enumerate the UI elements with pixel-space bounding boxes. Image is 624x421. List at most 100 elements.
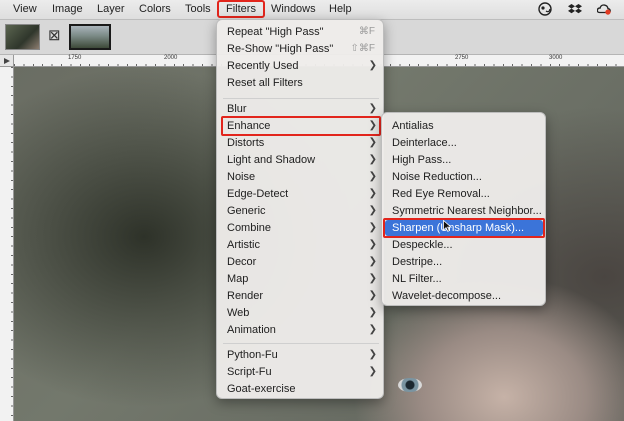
menu-filters[interactable]: Filters [226,3,256,15]
menu-item-label: High Pass... [392,154,452,166]
enhance-highlight-box [221,116,381,136]
menu-item-repeat-filter[interactable]: Repeat "High Pass" ⌘F [217,24,385,40]
menu-item-noise[interactable]: Noise ❯ [217,169,385,185]
filters-menu: Repeat "High Pass" ⌘F Re-Show "High Pass… [216,19,384,399]
menu-item-reshow-filter[interactable]: Re-Show "High Pass" ⇧⌘F [217,41,385,57]
menu-item-symmetric-nearest-neighbor[interactable]: Symmetric Nearest Neighbor... [382,203,547,219]
menu-item-reset-filters[interactable]: Reset all Filters [217,75,385,91]
gimp-icon[interactable] [538,2,552,16]
menu-item-label: Animation [227,324,276,336]
menu-layer[interactable]: Layer [97,3,125,15]
close-tab-icon[interactable]: ⊠ [48,28,61,44]
chevron-right-icon: ❯ [368,307,377,318]
chevron-right-icon: ❯ [368,188,377,199]
sharpen-highlight-box [383,218,545,238]
menu-image[interactable]: Image [52,3,83,15]
shortcut-label: ⌘F [358,26,375,37]
menu-item-label: Noise Reduction... [392,171,482,183]
menu-item-distorts[interactable]: Distorts ❯ [217,135,385,151]
ruler-label: 3000 [549,55,563,61]
menu-item-light-and-shadow[interactable]: Light and Shadow ❯ [217,152,385,168]
menu-item-label: Light and Shadow [227,154,316,166]
menu-item-label: Re-Show "High Pass" [227,43,334,55]
menu-item-artistic[interactable]: Artistic ❯ [217,237,385,253]
menu-item-web[interactable]: Web ❯ [217,305,385,321]
menu-item-label: Edge-Detect [227,188,289,200]
menu-windows[interactable]: Windows [271,3,316,15]
chevron-right-icon: ❯ [368,256,377,267]
chevron-right-icon: ❯ [368,273,377,284]
menu-item-recently-used[interactable]: Recently Used ❯ [217,58,385,74]
shortcut-label: ⇧⌘F [350,43,376,54]
menu-help[interactable]: Help [329,3,352,15]
menu-item-label: Web [227,307,250,319]
menu-item-render[interactable]: Render ❯ [217,288,385,304]
menu-item-label: Deinterlace... [392,137,457,149]
chevron-right-icon: ❯ [368,349,377,360]
menu-item-label: Reset all Filters [227,77,303,89]
menu-item-wavelet-decompose[interactable]: Wavelet-decompose... [382,288,547,304]
menu-separator [223,98,379,99]
menu-item-map[interactable]: Map ❯ [217,271,385,287]
menu-item-label: Blur [227,103,247,115]
chevron-right-icon: ❯ [368,366,377,377]
menu-item-label: Generic [227,205,266,217]
menu-item-label: NL Filter... [392,273,442,285]
menu-item-label: Combine [227,222,272,234]
menu-item-label: Wavelet-decompose... [392,290,502,302]
creative-cloud-icon[interactable] [597,2,611,16]
ruler-label: 1750 [68,55,82,61]
menu-item-deinterlace[interactable]: Deinterlace... [382,135,547,151]
menu-item-label: Despeckle... [392,239,453,251]
menu-item-label: Recently Used [227,60,299,72]
menubar: View Image Layer Colors Tools Filters Wi… [0,0,624,20]
chevron-right-icon: ❯ [368,137,377,148]
chevron-right-icon: ❯ [368,60,377,71]
menu-item-blur[interactable]: Blur ❯ [217,101,385,117]
menu-item-edge-detect[interactable]: Edge-Detect ❯ [217,186,385,202]
menu-item-python-fu[interactable]: Python-Fu ❯ [217,347,385,363]
dropbox-icon[interactable] [568,2,582,16]
enhance-submenu: Antialias Deinterlace... High Pass... No… [381,112,546,306]
menu-item-noise-reduction[interactable]: Noise Reduction... [382,169,547,185]
menu-item-label: Red Eye Removal... [392,188,490,200]
menu-item-label: Goat-exercise [227,383,296,395]
menu-item-animation[interactable]: Animation ❯ [217,322,385,338]
menu-item-nl-filter[interactable]: NL Filter... [382,271,547,287]
menu-item-label: Python-Fu [227,349,278,361]
chevron-right-icon: ❯ [368,290,377,301]
menu-item-label: Map [227,273,249,285]
menu-item-label: Decor [227,256,257,268]
vertical-ruler[interactable] [0,67,14,421]
menu-item-high-pass[interactable]: High Pass... [382,152,547,168]
menu-item-label: Render [227,290,264,302]
menu-item-label: Script-Fu [227,366,272,378]
menu-item-antialias[interactable]: Antialias [382,118,547,134]
menu-item-label: Destripe... [392,256,443,268]
chevron-right-icon: ❯ [368,222,377,233]
menu-item-goat-exercise[interactable]: Goat-exercise [217,381,385,397]
menu-view[interactable]: View [13,3,37,15]
chevron-right-icon: ❯ [368,205,377,216]
menu-item-script-fu[interactable]: Script-Fu ❯ [217,364,385,380]
menu-item-decor[interactable]: Decor ❯ [217,254,385,270]
image-tab-thumbnail[interactable] [5,24,40,50]
menu-item-label: Symmetric Nearest Neighbor... [392,205,542,217]
menu-item-combine[interactable]: Combine ❯ [217,220,385,236]
mouse-pointer-icon [443,220,452,232]
chevron-right-icon: ❯ [368,239,377,250]
menu-item-red-eye-removal[interactable]: Red Eye Removal... [382,186,547,202]
menu-item-label: Artistic [227,239,260,251]
image-tab-thumbnail-active[interactable] [69,24,111,50]
menu-item-despeckle[interactable]: Despeckle... [382,237,547,253]
menu-tools[interactable]: Tools [185,3,211,15]
menu-item-label: Noise [227,171,256,183]
menu-item-label: Distorts [227,137,265,149]
menu-item-label: Antialias [392,120,434,132]
ruler-corner[interactable] [0,55,14,67]
menu-item-destripe[interactable]: Destripe... [382,254,547,270]
chevron-right-icon: ❯ [368,154,377,165]
menu-item-generic[interactable]: Generic ❯ [217,203,385,219]
quick-mask-icon [4,58,10,64]
menu-colors[interactable]: Colors [139,3,171,15]
